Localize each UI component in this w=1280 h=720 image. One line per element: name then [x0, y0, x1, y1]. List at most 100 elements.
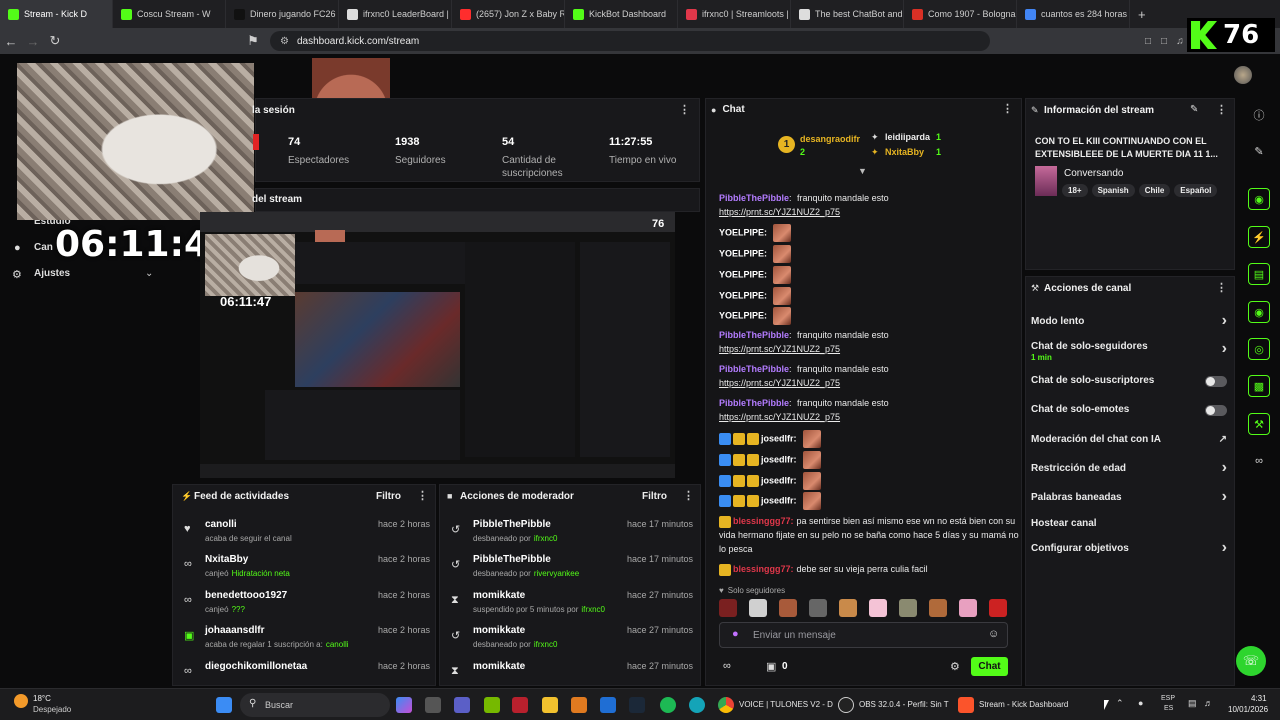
feed-item[interactable]: ▣ johaaansdlfr acaba de regalar 1 suscripc…	[180, 625, 430, 659]
more-options-icon[interactable]: ⋮	[679, 103, 690, 116]
chrome-icon[interactable]	[718, 697, 734, 713]
chat-username[interactable]: josedlfr:	[761, 433, 797, 443]
chat-message[interactable]: YOELPIPE:	[719, 224, 1019, 242]
toggle-switch[interactable]	[1205, 405, 1227, 416]
task-view-icon[interactable]	[425, 697, 441, 713]
chat-link[interactable]: https://prnt.sc/YJZ1NUZ2_p75	[719, 207, 840, 217]
chat-username[interactable]: YOELPIPE:	[719, 269, 767, 279]
chat-username[interactable]: PibbleThePibble	[719, 364, 789, 374]
browser-tab[interactable]: ifrxnc0 | Streamloots |	[678, 0, 791, 28]
network-icon[interactable]: ▤	[1188, 698, 1197, 709]
chat-link[interactable]: https://prnt.sc/YJZ1NUZ2_p75	[719, 412, 840, 422]
stream-tag[interactable]: Chile	[1138, 184, 1171, 197]
channel-action-item[interactable]: Modo lento ›	[1031, 312, 1227, 332]
more-options-icon[interactable]: ⋮	[1216, 103, 1227, 116]
top-gifter-name[interactable]: desangraodifr	[800, 134, 860, 144]
channel-action-item[interactable]: Chat de solo-suscriptores	[1031, 375, 1227, 391]
mod-action-user[interactable]: PibbleThePibble	[473, 554, 551, 565]
feed-item-name[interactable]: NxitaBby	[205, 554, 248, 565]
profile-avatar[interactable]	[1234, 66, 1252, 84]
emote-icon[interactable]	[779, 599, 797, 617]
browser-tab[interactable]: (2657) Jon Z x Baby Ra	[452, 0, 565, 28]
points-icon[interactable]: ∞	[1248, 450, 1270, 472]
feed-item-name[interactable]: canolli	[205, 519, 237, 530]
emote-icon[interactable]	[869, 599, 887, 617]
info-icon[interactable]: ⓘ	[1248, 104, 1270, 126]
chat-message[interactable]: josedlfr:	[719, 451, 1019, 469]
channel-action-item[interactable]: Chat de solo-emotes	[1031, 404, 1227, 420]
edge-icon[interactable]	[689, 697, 705, 713]
chat-message[interactable]: PibbleThePibble: franquito mandale esto h…	[719, 328, 1019, 356]
more-options-icon[interactable]: ⋮	[1216, 281, 1227, 294]
chat-message[interactable]: PibbleThePibble: franquito mandale esto h…	[719, 191, 1019, 219]
stream-preview-video[interactable]: 06:11:47 76	[200, 212, 675, 478]
chat-bubble-icon[interactable]: ◉	[1248, 301, 1270, 323]
chat-username[interactable]: josedlfr:	[761, 475, 797, 485]
chat-link[interactable]: https://prnt.sc/YJZ1NUZ2_p75	[719, 344, 840, 354]
chat-link[interactable]: https://prnt.sc/YJZ1NUZ2_p75	[719, 378, 840, 388]
mic-tray-icon[interactable]: ●	[1138, 698, 1143, 708]
emote-icon[interactable]	[959, 599, 977, 617]
taskbar-app-voice[interactable]: VOICE | TULONES V2 - D	[739, 700, 833, 709]
feed-item-name[interactable]: diegochikomillonetaa	[205, 661, 307, 672]
volume-icon[interactable]: ♬	[1204, 698, 1213, 708]
feed-item-name[interactable]: benedettooo1927	[205, 590, 287, 601]
mod-action-user[interactable]: momikkate	[473, 661, 525, 672]
chat-settings-icon[interactable]: ⚙	[950, 660, 960, 673]
bookmark-icon[interactable]: ⚑	[242, 30, 264, 52]
send-chat-button[interactable]: Chat	[971, 657, 1008, 676]
chat-message[interactable]: PibbleThePibble: franquito mandale esto h…	[719, 362, 1019, 390]
obs-icon[interactable]	[838, 697, 854, 713]
chat-username[interactable]: YOELPIPE:	[719, 310, 767, 320]
chat-username[interactable]: YOELPIPE:	[719, 248, 767, 258]
browser-tab[interactable]: KickBot Dashboard	[565, 0, 678, 28]
chat-input-box[interactable]: ● Enviar un mensaje ☺	[719, 622, 1008, 648]
top-gifter-name[interactable]: NxitaBby	[885, 147, 924, 157]
chat-message[interactable]: YOELPIPE:	[719, 245, 1019, 263]
extension-icon[interactable]: ♫	[1172, 34, 1188, 48]
lang-top[interactable]: ESP	[1161, 695, 1175, 702]
new-tab-icon[interactable]: +	[1138, 7, 1146, 22]
app-icon[interactable]	[571, 697, 587, 713]
support-button[interactable]: ☏	[1236, 646, 1266, 676]
category-name[interactable]: Conversando	[1064, 168, 1123, 179]
chat-username[interactable]: PibbleThePibble	[719, 193, 789, 203]
chat-username[interactable]: blessinggg77:	[733, 516, 794, 526]
chat-username[interactable]: YOELPIPE:	[719, 227, 767, 237]
browser-tab[interactable]: The best ChatBot and	[791, 0, 904, 28]
channel-action-item[interactable]: Palabras baneadas ›	[1031, 488, 1227, 508]
mic-icon[interactable]: ●	[732, 628, 739, 640]
taskbar-app-kick[interactable]: Stream - Kick Dashboard	[979, 700, 1068, 709]
channel-action-item[interactable]: Restricción de edad ›	[1031, 459, 1227, 479]
steam-icon[interactable]	[629, 697, 645, 713]
copilot-icon[interactable]	[396, 697, 412, 713]
mod-action-item[interactable]: ↺ momikkate desbaneado por ifrxnc0 hace 27 m…	[448, 625, 693, 659]
top-gifter-name[interactable]: leidiiparda	[885, 132, 930, 142]
taskbar-app-obs[interactable]: OBS 32.0.4 - Perfil: Sin T	[859, 700, 949, 709]
chat-message[interactable]: YOELPIPE:	[719, 266, 1019, 284]
camera-icon[interactable]: ◉	[1248, 188, 1270, 210]
feed-item[interactable]: ∞ NxitaBby canjeó Hidratación neta hace 2 ho…	[180, 554, 430, 588]
mod-action-item[interactable]: ↺ PibbleThePibble desbaneado por ifrxnc0 hac…	[448, 519, 693, 553]
nvidia-icon[interactable]	[484, 697, 500, 713]
channel-action-item[interactable]: Configurar objetivos ›	[1031, 539, 1227, 559]
more-options-icon[interactable]: ⋮	[417, 489, 428, 502]
lightning-icon[interactable]: ⚡	[1248, 226, 1270, 248]
more-options-icon[interactable]: ⋮	[1002, 102, 1013, 115]
browser-tab[interactable]: ifrxnc0 LeaderBoard |	[339, 0, 452, 28]
browser-tab[interactable]: Coscu Stream - W	[113, 0, 226, 28]
gift-icon[interactable]: ▣	[766, 660, 776, 673]
toggle-switch[interactable]	[1205, 376, 1227, 387]
clock-time[interactable]: 4:31	[1251, 694, 1267, 703]
chat-message[interactable]: blessinggg77: pa sentirse bien así mismo …	[719, 514, 1019, 556]
chat-message[interactable]: blessinggg77: debe ser su vieja perra cul…	[719, 562, 1019, 576]
extension-icon[interactable]: □	[1140, 34, 1156, 48]
chat-message[interactable]: YOELPIPE:	[719, 287, 1019, 305]
pencil-icon[interactable]: ✎	[1248, 140, 1270, 162]
mod-action-user[interactable]: momikkate	[473, 625, 525, 636]
chat-username[interactable]: PibbleThePibble	[719, 330, 789, 340]
browser-tab[interactable]: cuantos es 284 horas	[1017, 0, 1130, 28]
channel-action-item[interactable]: Hostear canal	[1031, 518, 1227, 534]
channel-action-item[interactable]: Moderación del chat con IA ↗	[1031, 434, 1227, 450]
reload-icon[interactable]: ↻	[44, 30, 66, 52]
